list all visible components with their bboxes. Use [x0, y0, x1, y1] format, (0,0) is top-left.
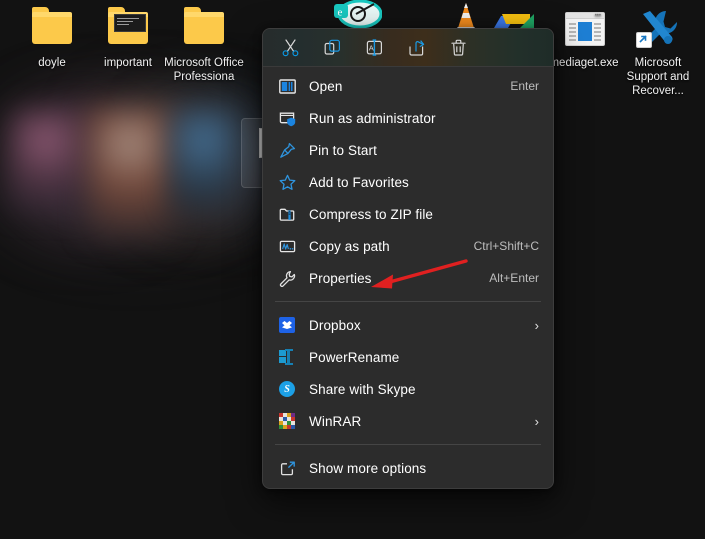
- menu-item-label: WinRAR: [309, 413, 362, 429]
- context-menu-toolbar: A: [263, 29, 553, 67]
- menu-item-powerrename[interactable]: PowerRename: [267, 341, 549, 373]
- context-menu[interactable]: A Open Enter Run as administrator Pin to…: [262, 28, 554, 489]
- photo-thumbnail[interactable]: [10, 110, 88, 210]
- folder-icon: [180, 6, 228, 52]
- menu-item-label: Add to Favorites: [309, 174, 409, 190]
- show-more-options-icon: [277, 458, 297, 478]
- menu-item-winrar[interactable]: WinRAR ›: [267, 405, 549, 437]
- rename-icon[interactable]: A: [355, 33, 393, 62]
- cut-icon[interactable]: [271, 33, 309, 62]
- desktop-icon-important[interactable]: important: [84, 6, 172, 70]
- menu-item-label: Copy as path: [309, 238, 390, 254]
- menu-item-compress-to-zip-file[interactable]: Compress to ZIP file: [267, 198, 549, 230]
- menu-item-properties[interactable]: Properties Alt+Enter: [267, 262, 549, 294]
- menu-item-label: Open: [309, 78, 343, 94]
- menu-item-label: Run as administrator: [309, 110, 436, 126]
- menu-item-label: Dropbox: [309, 317, 361, 333]
- star-icon: [277, 172, 297, 192]
- menu-item-dropbox[interactable]: Dropbox ›: [267, 309, 549, 341]
- copy-icon[interactable]: [313, 33, 351, 62]
- desktop-icon-label: doyle: [38, 57, 66, 69]
- desktop: doyle important Microsoft Office Profess…: [0, 0, 705, 539]
- menu-item-accelerator: Enter: [510, 79, 539, 93]
- skype-icon: S: [277, 379, 297, 399]
- wrench-screwdriver-icon: [634, 6, 682, 52]
- delete-icon[interactable]: [439, 33, 477, 62]
- desktop-icon-label: important: [104, 57, 152, 69]
- menu-item-accelerator: Alt+Enter: [489, 271, 539, 285]
- copy-path-icon: [277, 236, 297, 256]
- menu-item-label: PowerRename: [309, 349, 400, 365]
- menu-item-pin-to-start[interactable]: Pin to Start: [267, 134, 549, 166]
- chevron-right-icon: ›: [534, 413, 539, 429]
- menu-item-run-as-administrator[interactable]: Run as administrator: [267, 102, 549, 134]
- folder-icon: [28, 6, 76, 52]
- shield-window-icon: [277, 108, 297, 128]
- wrench-icon: [277, 268, 297, 288]
- winrar-icon: [277, 411, 297, 431]
- desktop-icon-microsoft-office[interactable]: Microsoft Office Professiona: [160, 6, 248, 84]
- photo-thumbnail[interactable]: [88, 108, 172, 238]
- desktop-icon-doyle[interactable]: doyle: [8, 6, 96, 70]
- desktop-icon-label: Microsoft Office Professiona: [164, 57, 244, 83]
- share-icon[interactable]: [397, 33, 435, 62]
- open-window-icon: [277, 76, 297, 96]
- menu-item-accelerator: Ctrl+Shift+C: [473, 239, 539, 253]
- menu-item-label: Compress to ZIP file: [309, 206, 434, 222]
- menu-item-label: Properties: [309, 270, 372, 286]
- folder-with-document-icon: [104, 6, 152, 52]
- chevron-right-icon: ›: [534, 317, 539, 333]
- menu-separator: [275, 301, 541, 302]
- zip-folder-icon: [277, 204, 297, 224]
- svg-text:e: e: [338, 7, 343, 19]
- powerrename-icon: [277, 347, 297, 367]
- menu-item-show-more-options[interactable]: Show more options: [267, 452, 549, 484]
- menu-item-label: Share with Skype: [309, 381, 416, 397]
- exe-file-icon: •••: [560, 6, 608, 52]
- menu-item-add-to-favorites[interactable]: Add to Favorites: [267, 166, 549, 198]
- menu-separator: [275, 444, 541, 445]
- menu-item-copy-as-path[interactable]: Copy as path Ctrl+Shift+C: [267, 230, 549, 262]
- desktop-icon-microsoft-support[interactable]: Microsoft Support and Recover...: [614, 6, 702, 98]
- menu-item-open[interactable]: Open Enter: [267, 70, 549, 102]
- svg-text:A: A: [368, 44, 373, 53]
- desktop-icon-label: Microsoft Support and Recover...: [626, 57, 690, 97]
- menu-item-share-with-skype[interactable]: S Share with Skype: [267, 373, 549, 405]
- photo-thumbnail[interactable]: [172, 110, 234, 210]
- shortcut-arrow-badge: [636, 32, 652, 48]
- dropbox-icon: [277, 315, 297, 335]
- menu-item-label: Pin to Start: [309, 142, 377, 158]
- context-menu-list: Open Enter Run as administrator Pin to S…: [263, 67, 553, 488]
- menu-item-label: Show more options: [309, 460, 427, 476]
- pin-icon: [277, 140, 297, 160]
